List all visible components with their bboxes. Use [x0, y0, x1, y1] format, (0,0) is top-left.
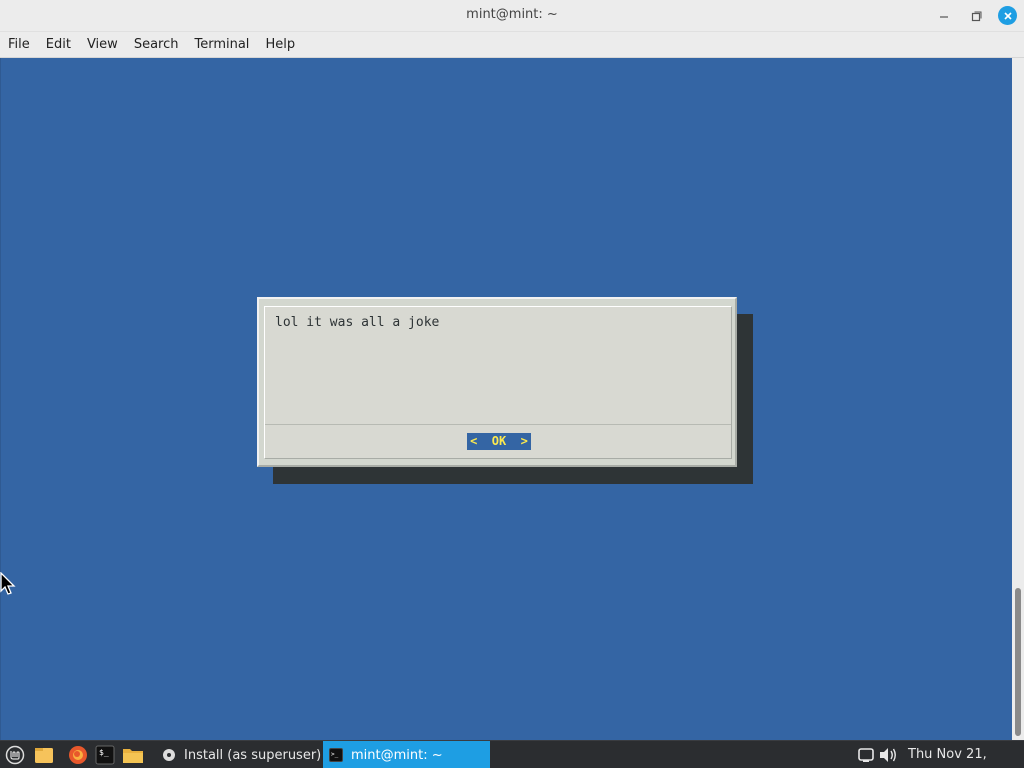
disc-icon: [162, 748, 176, 762]
close-icon: [1003, 11, 1012, 20]
maximize-button[interactable]: [966, 6, 986, 26]
network-icon: [858, 748, 874, 762]
terminal-icon: >_: [329, 748, 343, 762]
launcher-files[interactable]: [33, 744, 55, 766]
svg-text:>_: >_: [331, 751, 339, 758]
files-icon: [35, 748, 53, 763]
terminal-scrollbar[interactable]: [1012, 58, 1024, 740]
menu-search[interactable]: Search: [130, 37, 183, 52]
ok-button[interactable]: < OK >: [467, 433, 531, 450]
launcher-folder[interactable]: [122, 744, 144, 766]
message-dialog: lol it was all a joke < OK >: [257, 297, 737, 467]
terminal-icon: $_: [95, 745, 115, 765]
menu-terminal[interactable]: Terminal: [190, 37, 253, 52]
tray-network[interactable]: [855, 744, 877, 766]
mouse-pointer-icon: [0, 572, 16, 595]
window-title: mint@mint: ~: [466, 7, 558, 22]
tray-volume[interactable]: [877, 744, 899, 766]
menu-help[interactable]: Help: [261, 37, 299, 52]
minimize-icon: [940, 16, 948, 18]
svg-text:$_: $_: [99, 748, 109, 757]
taskbar-clock[interactable]: Thu Nov 21, 11:09: [908, 741, 1024, 768]
close-button[interactable]: [998, 6, 1017, 25]
volume-icon: [880, 748, 896, 762]
window-titlebar[interactable]: mint@mint: ~: [0, 0, 1024, 32]
task-install[interactable]: Install (as superuser): [156, 741, 322, 768]
dialog-message: lol it was all a joke: [275, 315, 440, 330]
menu-file[interactable]: File: [4, 37, 34, 52]
dialog-separator: [265, 424, 731, 425]
scrollbar-thumb[interactable]: [1015, 588, 1021, 736]
launcher-terminal[interactable]: $_: [94, 744, 116, 766]
task-terminal-label: mint@mint: ~: [351, 747, 443, 763]
task-install-label: Install (as superuser): [184, 747, 322, 763]
mint-menu-button[interactable]: [4, 744, 26, 766]
folder-icon: [123, 749, 143, 763]
menu-view[interactable]: View: [83, 37, 122, 52]
taskbar: $_ Install (as superuser) >_ mint@mint: …: [0, 740, 1024, 768]
firefox-icon: [69, 746, 87, 764]
menu-edit[interactable]: Edit: [42, 37, 75, 52]
mint-menu-icon: [5, 745, 25, 765]
launcher-firefox[interactable]: [67, 744, 89, 766]
maximize-icon: [971, 11, 981, 21]
dialog-body: lol it was all a joke < OK >: [264, 306, 732, 459]
minimize-button[interactable]: [934, 6, 954, 26]
menu-bar: File Edit View Search Terminal Help: [0, 32, 1024, 58]
task-terminal[interactable]: >_ mint@mint: ~: [323, 741, 490, 768]
